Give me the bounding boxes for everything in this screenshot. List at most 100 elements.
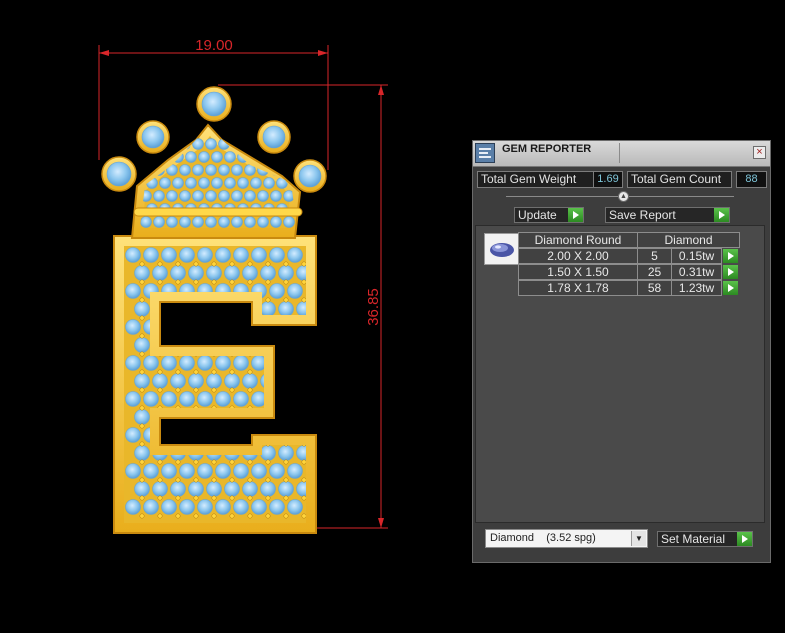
gem-prong <box>193 459 199 465</box>
pave-diamond <box>296 373 306 389</box>
panel-title: GEM REPORTER <box>502 143 592 155</box>
row-3-go-button[interactable] <box>723 281 738 295</box>
gem-prong <box>265 513 271 519</box>
crown-diamond <box>211 177 223 189</box>
gem-reporter-app-icon <box>475 143 495 163</box>
gem-prong <box>175 495 181 501</box>
pave-diamond <box>188 301 204 317</box>
pave-diamond <box>143 247 159 263</box>
pave-diamond <box>287 391 303 407</box>
pave-diamond <box>278 481 294 497</box>
crown-diamond <box>231 190 243 202</box>
pave-diamond <box>143 499 159 515</box>
pave-diamond <box>125 499 141 515</box>
pave-diamond <box>260 301 276 317</box>
gem-prong <box>175 261 181 267</box>
pave-diamond <box>143 463 159 479</box>
crown-diamond <box>250 177 262 189</box>
pave-diamond <box>161 391 177 407</box>
pave-diamond <box>278 337 294 353</box>
crown-diamond <box>166 216 178 228</box>
crown-diamond <box>179 216 191 228</box>
pave-diamond <box>215 355 231 371</box>
set-material-button-label: Set Material <box>661 532 726 546</box>
row-3-weight: 1.23tw <box>671 280 722 296</box>
pave-diamond <box>287 463 303 479</box>
crown-diamond <box>283 216 295 228</box>
save-report-button[interactable]: Save Report <box>605 207 730 223</box>
gem-prong <box>283 297 289 303</box>
gem-prong <box>193 279 199 285</box>
update-button[interactable]: Update <box>514 207 584 223</box>
gem-prong <box>211 333 217 339</box>
gem-prong <box>229 459 235 465</box>
gem-prong <box>211 261 217 267</box>
gem-prong <box>139 459 145 465</box>
crown-diamond <box>166 190 178 202</box>
crown-diamond <box>224 151 236 163</box>
material-dropdown[interactable]: Diamond (3.52 spg) ▼ <box>485 529 648 548</box>
panel-titlebar[interactable]: GEM REPORTER × <box>473 141 770 167</box>
gem-prong <box>229 279 235 285</box>
row-1-go-button[interactable] <box>723 249 738 263</box>
gem-prong <box>211 315 217 321</box>
crown-diamond <box>218 216 230 228</box>
gem-prong <box>283 351 289 357</box>
pave-diamond <box>161 355 177 371</box>
row-2-go-button[interactable] <box>723 265 738 279</box>
pave-diamond <box>233 355 249 371</box>
diamond-round-thumbnail-icon[interactable] <box>484 233 520 265</box>
gem-prong <box>175 387 181 393</box>
gem-prong <box>283 387 289 393</box>
pave-diamond <box>287 247 303 263</box>
crown-diamond <box>283 164 295 176</box>
gem-prong <box>193 333 199 339</box>
pave-diamond <box>260 265 276 281</box>
pave-diamond <box>134 301 150 317</box>
gem-prong <box>157 387 163 393</box>
pave-diamond <box>161 427 177 443</box>
crown-diamond <box>231 164 243 176</box>
gem-prong <box>301 261 306 267</box>
gem-prong <box>301 333 306 339</box>
pave-diamond <box>206 301 222 317</box>
pave-diamond <box>251 463 267 479</box>
gem-prong <box>139 315 145 321</box>
row-3-size: 1.78 X 1.78 <box>518 280 638 296</box>
gem-prong <box>301 279 306 285</box>
crown <box>101 86 327 239</box>
crown-bezel-diamond <box>201 91 227 117</box>
set-material-button[interactable]: Set Material <box>657 531 753 547</box>
gem-prong <box>139 333 145 339</box>
gem-prong <box>139 441 145 447</box>
gem-prong <box>175 279 181 285</box>
pave-diamond <box>269 247 285 263</box>
pave-diamond <box>125 391 141 407</box>
gem-prong <box>139 279 145 285</box>
pave-diamond <box>233 427 249 443</box>
jewelry-model-canvas[interactable]: 19.00 36.85 <box>0 0 470 628</box>
height-dimension-label: 36.85 <box>365 288 382 326</box>
crown-diamond <box>231 216 243 228</box>
collapse-toggle-icon[interactable]: ▲ <box>618 191 629 202</box>
crown-diamond <box>185 151 197 163</box>
update-go-icon <box>568 208 583 222</box>
gem-prong <box>157 279 163 285</box>
close-button[interactable]: × <box>753 146 766 159</box>
gem-prong <box>301 459 306 465</box>
pave-diamond <box>287 355 303 371</box>
gem-prong <box>247 459 253 465</box>
pave-diamond <box>215 499 231 515</box>
pave-diamond <box>206 373 222 389</box>
crown-diamond <box>159 177 171 189</box>
model-viewport[interactable]: 19.00 36.85 <box>0 0 470 628</box>
gem-prong <box>283 423 289 429</box>
letter-e-pendant <box>113 235 317 534</box>
gem-prong <box>229 423 235 429</box>
gem-reporter-panel: GEM REPORTER × Total Gem Weight 1.69 Tot… <box>472 140 771 563</box>
pave-diamond <box>215 463 231 479</box>
gem-prong <box>175 315 181 321</box>
gem-prong <box>247 495 253 501</box>
gem-prong <box>193 423 199 429</box>
gem-prong <box>265 495 271 501</box>
